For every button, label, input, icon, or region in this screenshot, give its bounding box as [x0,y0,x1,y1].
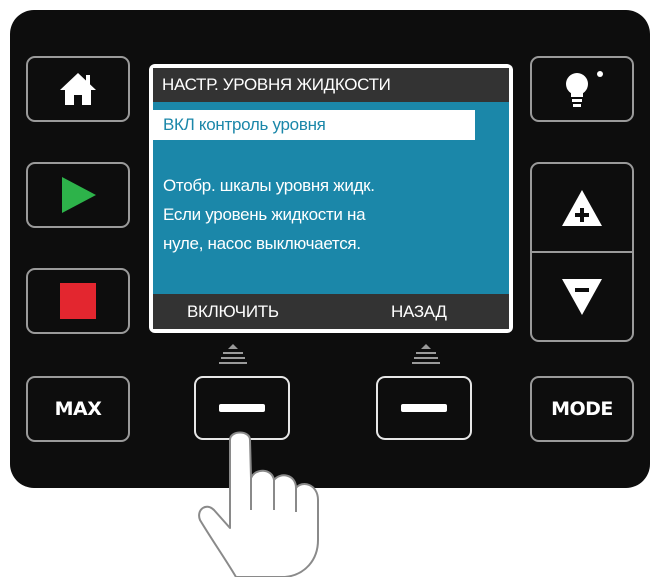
pointing-hand-icon [198,431,319,577]
